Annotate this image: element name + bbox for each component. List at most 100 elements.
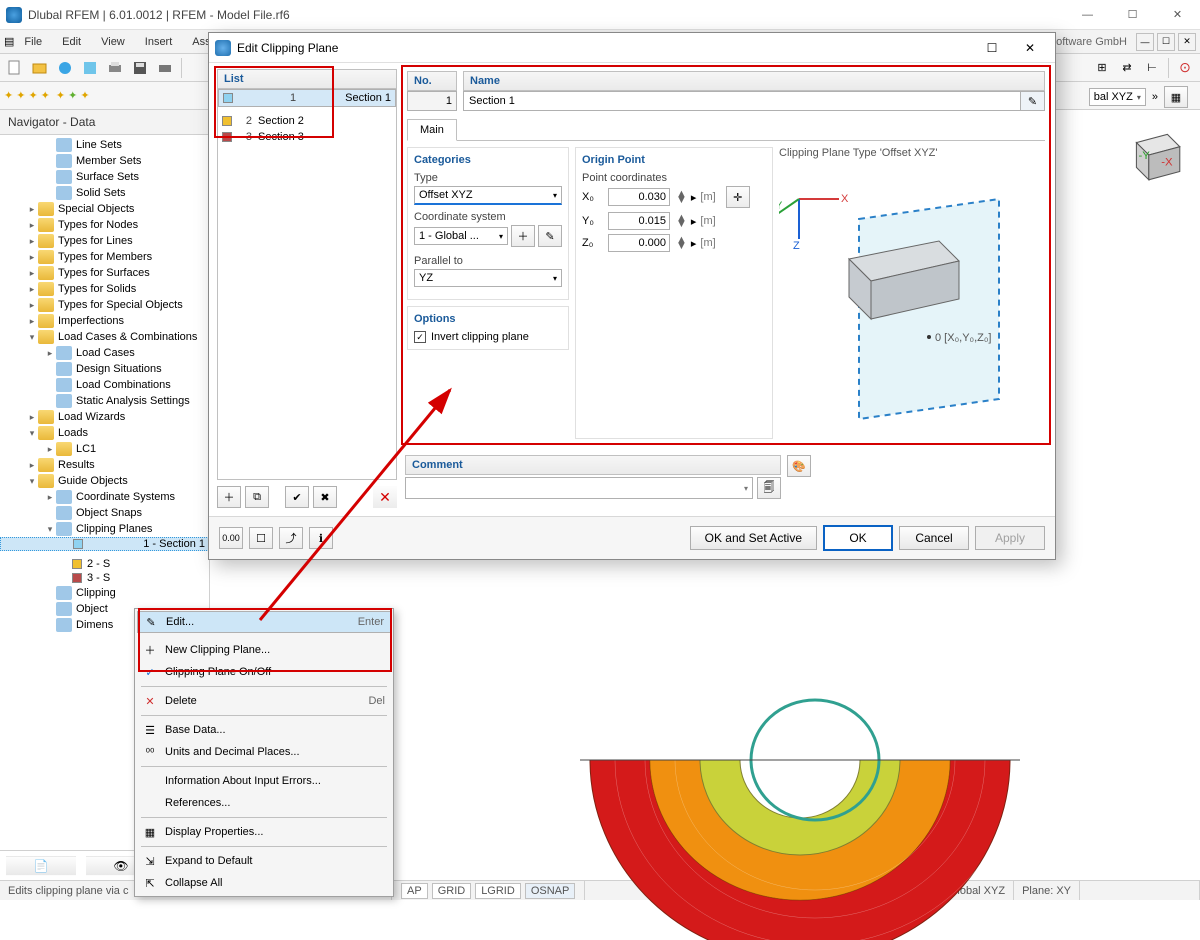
list-row-2[interactable]: 2 Section 2 (218, 113, 396, 129)
tool-b-icon[interactable]: ⇄ (1116, 57, 1138, 79)
cs-select[interactable]: 1 - Global ...▾ (414, 227, 508, 245)
list-include-icon[interactable]: ✔ (285, 486, 309, 508)
tree-guide-objects[interactable]: Guide Objects (58, 475, 128, 487)
tool-c-icon[interactable]: ⊢ (1141, 57, 1163, 79)
tree-types-lines[interactable]: Types for Lines (58, 235, 133, 247)
close-button[interactable]: ✕ (1155, 1, 1200, 29)
ctx-units[interactable]: ⁰⁰Units and Decimal Places... (137, 741, 391, 763)
list-delete-icon[interactable]: ✕ (373, 486, 397, 508)
name-edit-icon[interactable]: ✎ (1020, 92, 1044, 110)
cancel-button[interactable]: Cancel (899, 526, 969, 550)
menu-view[interactable]: View (91, 33, 135, 51)
list-copy-icon[interactable]: ⧉ (245, 486, 269, 508)
ctx-display-props[interactable]: ▦Display Properties... (137, 821, 391, 843)
pick-point-icon[interactable]: ✛ (726, 186, 750, 208)
tree-clipping-group[interactable]: Clipping (76, 587, 116, 599)
print2-icon[interactable] (154, 57, 176, 79)
tree-solid-sets[interactable]: Solid Sets (76, 187, 126, 199)
axis-icon[interactable]: ⤴ (279, 527, 303, 549)
tree-clipping-planes[interactable]: Clipping Planes (76, 523, 152, 535)
wizard2-icon[interactable]: ✦ (16, 89, 25, 102)
ctx-expand[interactable]: ⇲Expand to Default (137, 850, 391, 872)
menu-insert[interactable]: Insert (135, 33, 183, 51)
no-input[interactable]: 1 (407, 91, 457, 111)
minimize-button[interactable]: — (1065, 1, 1110, 29)
tree-lc1[interactable]: LC1 (76, 443, 96, 455)
snap-lgrid[interactable]: LGRID (475, 883, 521, 899)
menu-file[interactable]: File (14, 33, 52, 51)
new-file-icon[interactable] (4, 57, 26, 79)
tree-types-members[interactable]: Types for Members (58, 251, 152, 263)
tree-load-cases-combo[interactable]: Load Cases & Combinations (58, 331, 197, 343)
tree-line-sets[interactable]: Line Sets (76, 139, 122, 151)
cs-more-icon[interactable]: » (1152, 91, 1158, 103)
tree-member-sets[interactable]: Member Sets (76, 155, 141, 167)
ctx-delete[interactable]: ✕DeleteDel (137, 690, 391, 712)
tree-types-nodes[interactable]: Types for Nodes (58, 219, 138, 231)
ctx-refs[interactable]: References... (137, 792, 391, 814)
comment-library-icon[interactable]: 🗐 (757, 477, 781, 499)
z0-input[interactable]: 0.000 (608, 234, 670, 252)
open-file-icon[interactable] (29, 57, 51, 79)
wizard4-icon[interactable]: ✦ (41, 89, 50, 102)
menu-edit[interactable]: Edit (52, 33, 91, 51)
snap-grid[interactable]: GRID (432, 883, 472, 899)
spinner-icon[interactable]: ▲▼ (676, 215, 687, 227)
ctx-collapse[interactable]: ⇱Collapse All (137, 872, 391, 894)
tree-design-situations[interactable]: Design Situations (76, 363, 162, 375)
print-icon[interactable] (104, 57, 126, 79)
tree-special-objects[interactable]: Special Objects (58, 203, 134, 215)
list-row-3[interactable]: 3 Section 3 (218, 129, 396, 145)
tree-object-snaps[interactable]: Object Snaps (76, 507, 142, 519)
tree-load-combinations[interactable]: Load Combinations (76, 379, 171, 391)
cs-new-icon[interactable]: ＋ (511, 225, 535, 247)
tree-surface-sets[interactable]: Surface Sets (76, 171, 139, 183)
list-row-1[interactable]: 1 Section 1 (218, 89, 396, 107)
tree-load-cases[interactable]: Load Cases (76, 347, 135, 359)
dialog-maximize-button[interactable]: ☐ (973, 35, 1011, 61)
wizard6-icon[interactable]: ✦ (68, 89, 77, 102)
ctx-info[interactable]: Information About Input Errors... (137, 770, 391, 792)
tree-types-special[interactable]: Types for Special Objects (58, 299, 183, 311)
parallel-select[interactable]: YZ▾ (414, 269, 562, 287)
save-icon[interactable] (129, 57, 151, 79)
cs-edit-icon[interactable]: ✎ (538, 225, 562, 247)
view-icon[interactable]: ☐ (249, 527, 273, 549)
ctx-toggle[interactable]: ✓Clipping Plane On/Off (137, 661, 391, 683)
tool-a-icon[interactable]: ⊞ (1091, 57, 1113, 79)
spinner-icon[interactable]: ▲▼ (676, 237, 687, 249)
block-icon[interactable] (79, 57, 101, 79)
tree-coord-systems[interactable]: Coordinate Systems (76, 491, 175, 503)
color-picker-icon[interactable]: 🎨 (787, 455, 811, 477)
section-list[interactable]: 1 Section 1 2 Section 2 3 Section 3 (217, 89, 397, 480)
ctx-base-data[interactable]: ☰Base Data... (137, 719, 391, 741)
mdi-minimize-icon[interactable]: — (1136, 33, 1154, 51)
spinner-icon[interactable]: ▲▼ (676, 191, 687, 203)
cs-combo[interactable]: bal XYZ▾ (1089, 88, 1146, 106)
wizard7-icon[interactable]: ✦ (80, 89, 89, 102)
tree-section-2[interactable]: 2 - S (87, 558, 110, 570)
ctx-edit[interactable]: ✎Edit...Enter (137, 611, 391, 633)
target-icon[interactable]: ⊙ (1174, 57, 1196, 79)
snap-ap[interactable]: AP (401, 883, 428, 899)
tree-loads[interactable]: Loads (58, 427, 88, 439)
type-select[interactable]: Offset XYZ▾ (414, 186, 562, 205)
tree-types-surfaces[interactable]: Types for Surfaces (58, 267, 150, 279)
x0-input[interactable]: 0.030 (608, 188, 670, 206)
tab-main[interactable]: Main (407, 119, 457, 141)
tree-types-solids[interactable]: Types for Solids (58, 283, 136, 295)
comment-input[interactable]: ▾ (405, 477, 753, 499)
list-exclude-icon[interactable]: ✖ (313, 486, 337, 508)
mdi-close-icon[interactable]: ✕ (1178, 33, 1196, 51)
y0-input[interactable]: 0.015 (608, 212, 670, 230)
mdi-restore-icon[interactable]: ☐ (1157, 33, 1175, 51)
tree-section-3[interactable]: 3 - S (87, 572, 110, 584)
maximize-button[interactable]: ☐ (1110, 1, 1155, 29)
invert-checkbox[interactable]: ✓ Invert clipping plane (414, 331, 562, 343)
tree-section-1[interactable]: 1 - Section 1 (143, 538, 205, 550)
wizard5-icon[interactable]: ✦ (56, 89, 65, 102)
palette-icon[interactable]: ▦ (1164, 86, 1188, 108)
ok-button[interactable]: OK (823, 525, 893, 551)
name-input[interactable]: Section 1 (464, 92, 1020, 110)
ctx-new[interactable]: ＋New Clipping Plane... (137, 639, 391, 661)
